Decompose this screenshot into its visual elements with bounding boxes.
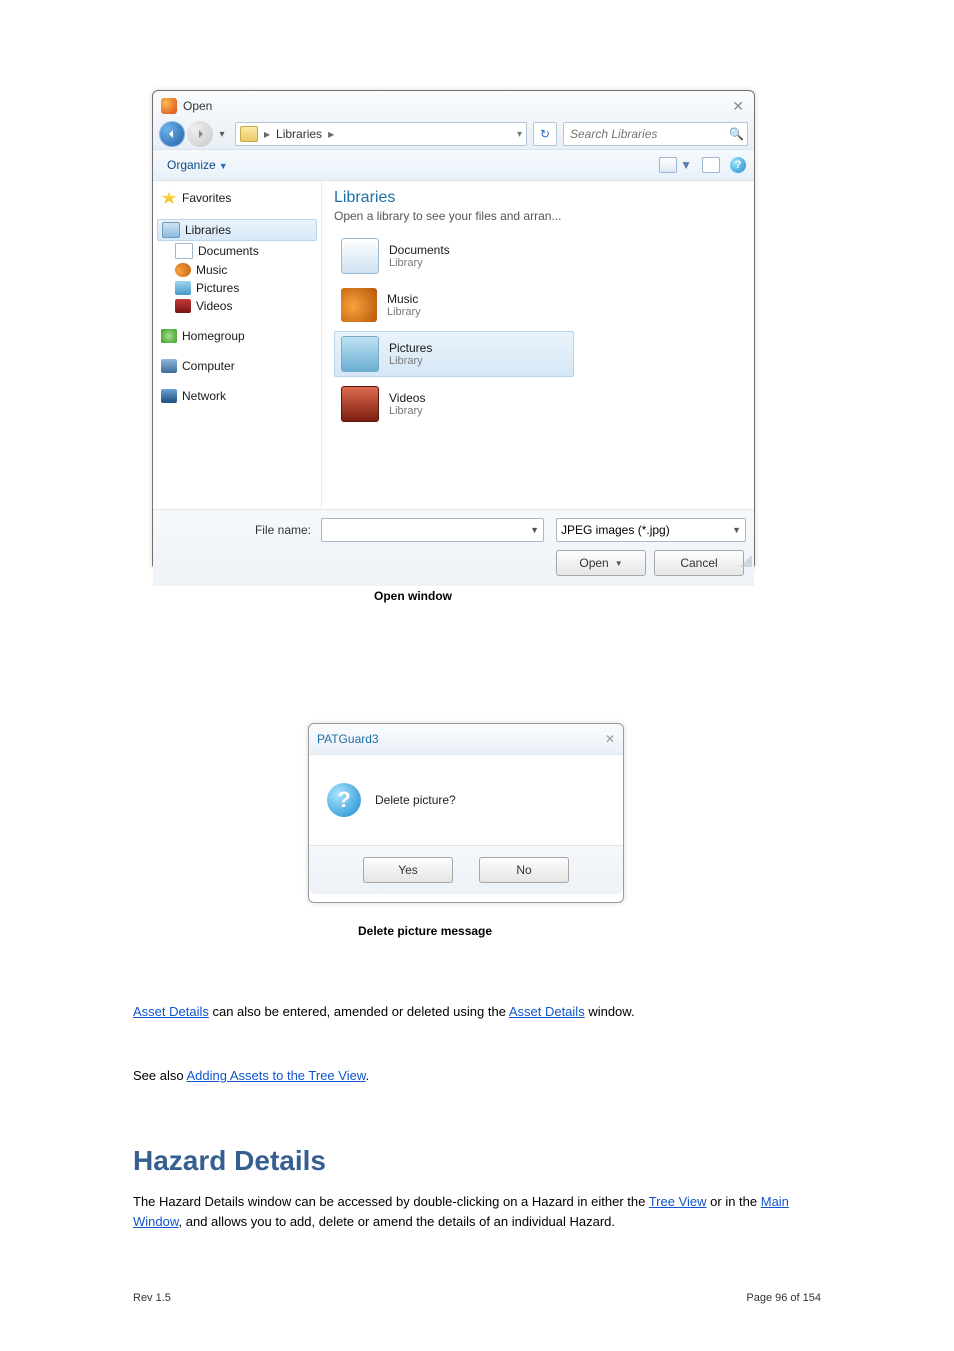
toolbar: Organize▼ ▼ ? [153, 149, 754, 181]
confirm-title: PATGuard3 [317, 732, 379, 746]
library-item-music[interactable]: MusicLibrary [334, 283, 574, 327]
content-pane: Libraries Open a library to see your fil… [322, 181, 754, 509]
libraries-icon [162, 222, 180, 238]
file-type-combo[interactable]: JPEG images (*.jpg)▼ [556, 518, 746, 542]
refresh-button[interactable]: ↻ [533, 122, 557, 146]
dialog-footer: File name: ▼ JPEG images (*.jpg)▼ Open▼ … [153, 509, 754, 586]
chevron-down-icon: ▼ [680, 158, 692, 172]
tree-music[interactable]: Music [157, 261, 317, 279]
link-adding-assets[interactable]: Adding Assets to the Tree View [187, 1068, 366, 1083]
library-item-documents[interactable]: DocumentsLibrary [334, 233, 574, 279]
document-icon [341, 238, 379, 274]
window-title: Open [183, 99, 212, 113]
page-footer-right: Page 96 of 154 [746, 1292, 821, 1304]
chevron-down-icon[interactable]: ▼ [732, 525, 741, 535]
open-dialog: Open ✕ ▾ ▸ Libraries ▸ ▾ ↻ 🔍 Organize▼ [152, 90, 755, 570]
link-tree-view[interactable]: Tree View [649, 1194, 707, 1209]
tree-libraries[interactable]: Libraries [157, 219, 317, 241]
caption-open-window: Open window [374, 589, 452, 603]
homegroup-icon [161, 329, 177, 343]
view-button[interactable]: ▼ [659, 157, 692, 173]
pictures-icon [341, 336, 379, 372]
navigation-tree: Favorites Libraries Documents Music Pict… [153, 181, 322, 509]
tree-pictures[interactable]: Pictures [157, 279, 317, 297]
organize-button[interactable]: Organize▼ [161, 156, 234, 174]
confirm-dialog: PATGuard3 ✕ ? Delete picture? Yes No [308, 723, 624, 903]
view-icon [659, 157, 677, 173]
chevron-right-icon: ▸ [264, 127, 270, 141]
history-dropdown[interactable]: ▾ [215, 129, 229, 140]
open-button[interactable]: Open▼ [556, 550, 646, 576]
music-icon [341, 288, 377, 322]
confirm-titlebar: PATGuard3 ✕ [309, 724, 623, 755]
tree-favorites[interactable]: Favorites [157, 189, 317, 207]
paragraph-see-also: See also Adding Assets to the Tree View. [133, 1066, 821, 1086]
link-asset-details-window[interactable]: Asset Details [509, 1004, 585, 1019]
search-input[interactable] [568, 126, 729, 142]
preview-pane-button[interactable] [702, 157, 720, 173]
pictures-icon [175, 281, 191, 295]
paragraph-hazard-details: The Hazard Details window can be accesse… [133, 1192, 821, 1231]
no-button[interactable]: No [479, 857, 569, 883]
search-icon[interactable]: 🔍 [729, 127, 744, 141]
cancel-button[interactable]: Cancel [654, 550, 744, 576]
file-name-label: File name: [161, 523, 315, 537]
file-name-input[interactable]: ▼ [321, 518, 544, 542]
tree-homegroup[interactable]: Homegroup [157, 327, 317, 345]
search-box[interactable]: 🔍 [563, 122, 748, 146]
split-arrow-icon[interactable]: ▼ [615, 559, 623, 568]
help-button[interactable]: ? [730, 157, 746, 173]
library-item-pictures[interactable]: PicturesLibrary [334, 331, 574, 377]
library-list: DocumentsLibrary MusicLibrary PicturesLi… [334, 233, 574, 427]
back-button[interactable] [159, 121, 185, 147]
music-icon [175, 263, 191, 277]
breadcrumb-dropdown[interactable]: ▾ [517, 129, 522, 140]
close-icon[interactable]: ✕ [728, 98, 748, 115]
network-icon [161, 389, 177, 403]
question-icon: ? [327, 783, 361, 817]
heading-hazard-details: Hazard Details [133, 1145, 326, 1177]
paragraph-asset-details: Asset Details can also be entered, amend… [133, 1002, 821, 1022]
star-icon [161, 191, 177, 205]
tree-videos[interactable]: Videos [157, 297, 317, 315]
link-asset-details[interactable]: Asset Details [133, 1004, 209, 1019]
breadcrumb-item[interactable]: Libraries [276, 127, 322, 141]
titlebar: Open ✕ [153, 91, 754, 119]
tree-computer[interactable]: Computer [157, 357, 317, 375]
page-footer-left: Rev 1.5 [133, 1292, 171, 1304]
videos-icon [175, 299, 191, 313]
content-subheading: Open a library to see your files and arr… [334, 209, 746, 223]
content-heading: Libraries [334, 189, 746, 207]
forward-button[interactable] [187, 121, 213, 147]
caption-delete-picture: Delete picture message [358, 924, 492, 938]
navigation-bar: ▾ ▸ Libraries ▸ ▾ ↻ 🔍 [153, 119, 754, 149]
videos-icon [341, 386, 379, 422]
chevron-down-icon[interactable]: ▼ [530, 525, 539, 535]
library-item-videos[interactable]: VideosLibrary [334, 381, 574, 427]
chevron-right-icon: ▸ [328, 127, 334, 141]
yes-button[interactable]: Yes [363, 857, 453, 883]
tree-network[interactable]: Network [157, 387, 317, 405]
computer-icon [161, 359, 177, 373]
resize-grip[interactable] [740, 555, 752, 567]
document-icon [175, 243, 193, 259]
tree-documents[interactable]: Documents [157, 241, 317, 261]
app-icon [161, 98, 177, 114]
confirm-message: Delete picture? [375, 793, 456, 807]
libraries-icon [240, 126, 258, 142]
breadcrumb[interactable]: ▸ Libraries ▸ ▾ [235, 122, 527, 146]
close-icon[interactable]: ✕ [605, 732, 615, 746]
